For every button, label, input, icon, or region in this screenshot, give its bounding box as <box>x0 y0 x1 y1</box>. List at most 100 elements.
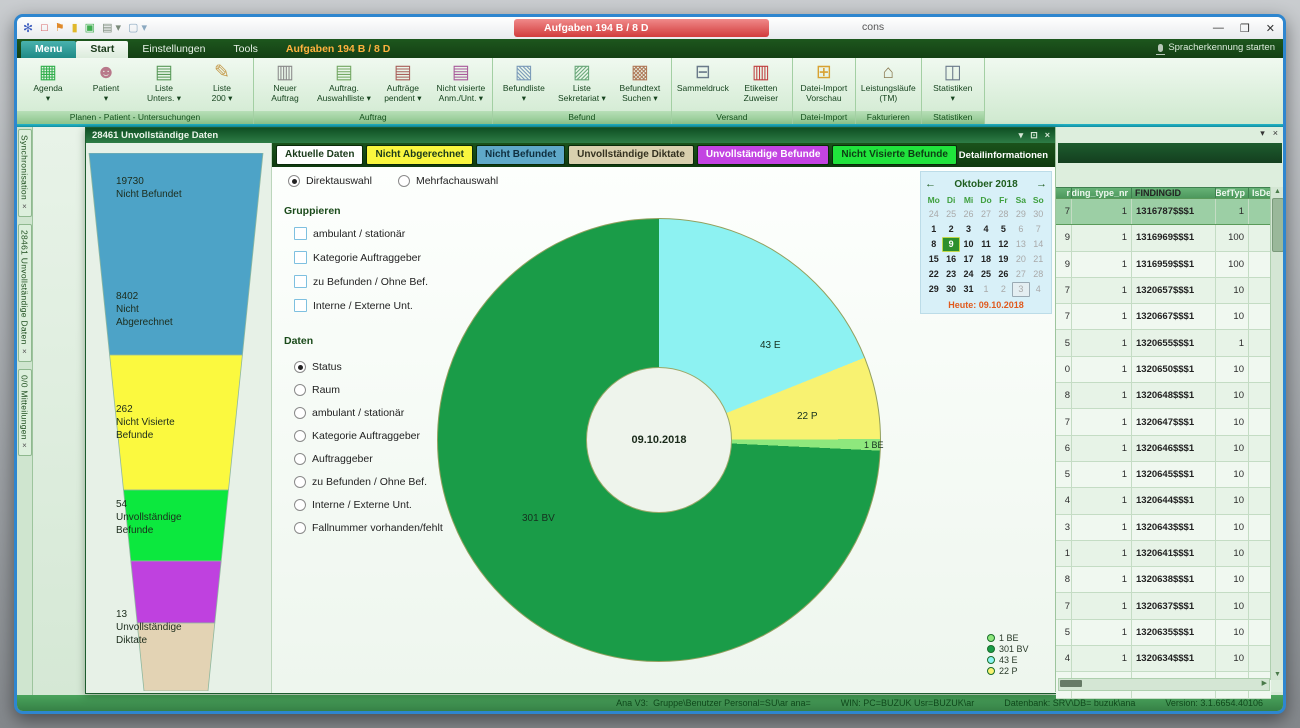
calendar-day[interactable]: 22 <box>925 267 942 282</box>
calendar-day[interactable]: 26 <box>995 267 1012 282</box>
calendar-day[interactable]: 6 <box>1012 222 1029 237</box>
calendar-day[interactable]: 5 <box>995 222 1012 237</box>
daten-radio[interactable]: Interne / Externe Unt. <box>294 499 412 511</box>
calendar-day[interactable]: 14 <box>1030 237 1047 252</box>
status-tab[interactable]: Nicht Abgerechnet <box>366 145 473 165</box>
gruppieren-checkbox[interactable]: Interne / Externe Unt. <box>294 299 413 312</box>
maximize-button[interactable]: ❒ <box>1240 22 1250 35</box>
etiketten-zuweiser-icon[interactable]: ▥Etiketten Zuweiser <box>732 60 790 105</box>
calendar-day[interactable]: 7 <box>1030 222 1047 237</box>
calendar-day[interactable]: 30 <box>942 282 959 297</box>
status-tab[interactable]: Nicht Visierte Befunde <box>832 145 957 165</box>
calendar-day[interactable]: 9 <box>942 237 959 252</box>
calendar-day[interactable]: 21 <box>1030 252 1047 267</box>
calendar-day[interactable]: 25 <box>977 267 994 282</box>
status-tab[interactable]: Nicht Befundet <box>476 145 565 165</box>
calendar-day[interactable]: 4 <box>977 222 994 237</box>
calendar-prev-icon[interactable]: ← <box>925 178 936 190</box>
speech-recognition-button[interactable]: Spracherkennung starten <box>1158 42 1275 53</box>
table-row[interactable]: 5 1 1320645$$$1 10 <box>1056 462 1271 488</box>
calendar-day[interactable]: 17 <box>960 252 977 267</box>
calendar-day[interactable]: 24 <box>960 267 977 282</box>
befundtext-suchen-icon[interactable]: ▩Befundtext Suchen ▾ <box>611 60 669 105</box>
ribbon-tab[interactable]: Aufgaben 194 B / 8 D <box>272 41 404 58</box>
daten-radio[interactable]: Raum <box>294 384 340 396</box>
calendar-day[interactable]: 3 <box>1012 282 1029 297</box>
column-header[interactable]: r <box>1056 188 1072 198</box>
calendar-day[interactable]: 13 <box>1012 237 1029 252</box>
status-tab[interactable]: Unvollständige Diktate <box>568 145 694 165</box>
task-badge[interactable]: Aufgaben 194 B / 8 D <box>514 19 769 37</box>
daten-radio[interactable]: Status <box>294 361 342 373</box>
calendar-day[interactable]: 19 <box>995 252 1012 267</box>
calendar-day[interactable]: 31 <box>960 282 977 297</box>
table-row[interactable]: 8 1 1320638$$$1 10 <box>1056 567 1271 593</box>
befundliste-icon[interactable]: ▧Befundliste ▾ <box>495 60 553 105</box>
scrollbar-thumb[interactable] <box>1060 680 1082 687</box>
horizontal-scrollbar[interactable]: ▶ <box>1058 678 1270 691</box>
calendar-day[interactable]: 27 <box>1012 267 1029 282</box>
calendar-day[interactable]: 2 <box>995 282 1012 297</box>
record-icon[interactable]: □ <box>41 23 48 34</box>
table-row[interactable]: 4 1 1320634$$$1 10 <box>1056 646 1271 672</box>
calendar-day[interactable]: 27 <box>977 207 994 222</box>
document-dropdown-icon[interactable]: ▢ ▾ <box>128 23 147 34</box>
calendar-day[interactable]: 29 <box>1012 207 1029 222</box>
calendar-day[interactable]: 29 <box>925 282 942 297</box>
calendar-day[interactable]: 24 <box>925 207 942 222</box>
daten-radio[interactable]: zu Befunden / Ohne Bef. <box>294 476 427 488</box>
table-row[interactable]: 4 1 1320644$$$1 10 <box>1056 488 1271 514</box>
table-row[interactable]: 7 1 1320637$$$1 10 <box>1056 593 1271 619</box>
table-row[interactable]: 9 1 1316959$$$1 100 <box>1056 252 1271 278</box>
table-row[interactable]: 7 1 1316787$$$1 1 <box>1056 198 1271 225</box>
close-icon[interactable]: × <box>1045 130 1050 141</box>
side-tab[interactable]: 28461 Unvollständige Daten × <box>18 224 32 362</box>
calendar-day[interactable]: 16 <box>942 252 959 267</box>
ribbon-tab[interactable]: Tools <box>219 41 272 58</box>
daten-radio[interactable]: Kategorie Auftraggeber <box>294 430 420 442</box>
vertical-scrollbar[interactable]: ▲ ▼ <box>1270 187 1284 680</box>
auftraege-pendent-icon[interactable]: ▤Aufträge pendent ▾ <box>374 60 432 105</box>
save-icon[interactable]: ▣ <box>85 23 95 34</box>
calendar-day[interactable]: 28 <box>1030 267 1047 282</box>
liste-untersuchungen-icon[interactable]: ▤Liste Unters. ▾ <box>135 60 193 105</box>
gruppieren-checkbox[interactable]: Kategorie Auftraggeber <box>294 251 421 264</box>
calendar-day[interactable]: 23 <box>942 267 959 282</box>
calendar-next-icon[interactable]: → <box>1036 178 1047 190</box>
column-header[interactable]: finding_type_nr <box>1072 188 1132 198</box>
calendar-day[interactable]: 10 <box>960 237 977 252</box>
table-row[interactable]: 8 1 1320648$$$1 10 <box>1056 383 1271 409</box>
calendar-day[interactable]: 25 <box>942 207 959 222</box>
lock-icon[interactable]: ▮ <box>72 23 78 34</box>
calendar-day[interactable]: 4 <box>1030 282 1047 297</box>
close-icon[interactable]: × <box>22 202 27 211</box>
ribbon-tab[interactable]: Menu <box>21 41 76 58</box>
close-icon[interactable]: × <box>22 441 27 450</box>
patient-icon[interactable]: ☻Patient ▾ <box>77 60 135 105</box>
status-tab[interactable]: Unvollständige Befunde <box>697 145 829 165</box>
ribbon-tab[interactable]: Einstellungen <box>128 41 219 58</box>
close-icon[interactable]: × <box>1273 128 1278 142</box>
calendar-day[interactable]: 11 <box>977 237 994 252</box>
agenda-icon[interactable]: ▦Agenda ▾ <box>19 60 77 105</box>
pin-icon[interactable]: ▾ <box>1019 130 1024 141</box>
calendar-day[interactable]: 3 <box>960 222 977 237</box>
close-button[interactable]: ✕ <box>1266 22 1275 35</box>
table-row[interactable]: 7 1 1320667$$$1 10 <box>1056 304 1271 330</box>
detail-informationen-link[interactable]: Detailinformationen <box>959 150 1048 161</box>
close-icon[interactable]: × <box>22 347 27 356</box>
table-row[interactable]: 3 1 1320643$$$1 10 <box>1056 515 1271 541</box>
calendar-day[interactable]: 12 <box>995 237 1012 252</box>
minimize-button[interactable]: — <box>1213 22 1224 34</box>
column-header[interactable]: IsDelete <box>1249 188 1271 198</box>
calendar-day[interactable]: 20 <box>1012 252 1029 267</box>
calendar-day[interactable]: 1 <box>977 282 994 297</box>
calendar-day[interactable]: 30 <box>1030 207 1047 222</box>
print-dropdown-icon[interactable]: ▤ ▾ <box>102 23 121 34</box>
table-row[interactable]: 7 1 1320657$$$1 10 <box>1056 278 1271 304</box>
status-tab[interactable]: Aktuelle Daten <box>276 145 363 165</box>
side-tab[interactable]: Synchronisation × <box>18 129 32 217</box>
calendar-day[interactable]: 8 <box>925 237 942 252</box>
scroll-down-icon[interactable]: ▼ <box>1271 670 1284 680</box>
selection-radio[interactable]: Mehrfachauswahl <box>398 175 498 187</box>
